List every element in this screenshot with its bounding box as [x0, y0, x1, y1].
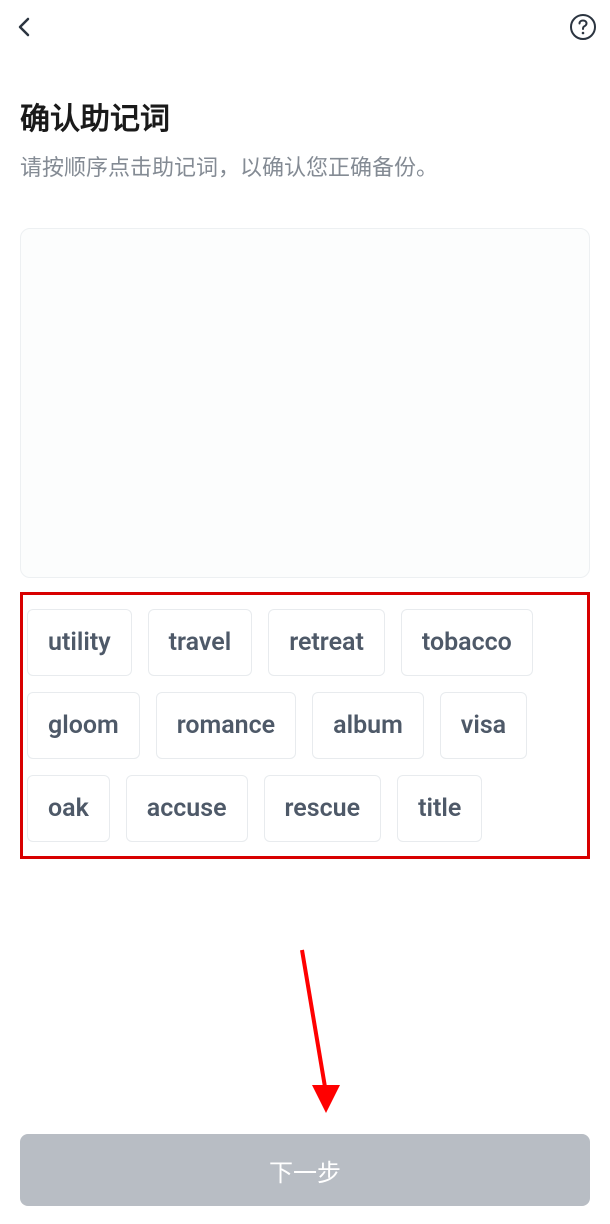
word-chip[interactable]: oak [27, 775, 110, 842]
back-icon[interactable] [12, 15, 36, 39]
arrow-annotation [290, 945, 350, 1125]
word-chip[interactable]: rescue [264, 775, 382, 842]
footer: 下一步 [20, 1134, 590, 1206]
main-content: 确认助记词 请按顺序点击助记词，以确认您正确备份。 utility travel… [0, 54, 610, 859]
word-chip[interactable]: tobacco [401, 609, 533, 676]
page-title: 确认助记词 [20, 94, 590, 138]
word-chip[interactable]: title [397, 775, 482, 842]
word-chip[interactable]: utility [27, 609, 132, 676]
word-chip[interactable]: gloom [27, 692, 140, 759]
word-chip[interactable]: visa [440, 692, 527, 759]
mnemonic-word-grid: utility travel retreat tobacco gloom rom… [20, 592, 590, 859]
header-bar [0, 0, 610, 54]
word-chip[interactable]: accuse [126, 775, 248, 842]
page-subtitle: 请按顺序点击助记词，以确认您正确备份。 [20, 150, 590, 182]
selected-words-area[interactable] [20, 228, 590, 578]
word-chip[interactable]: retreat [268, 609, 385, 676]
help-icon[interactable] [568, 12, 598, 42]
word-chip[interactable]: travel [148, 609, 253, 676]
next-button[interactable]: 下一步 [20, 1134, 590, 1206]
word-chip[interactable]: album [312, 692, 424, 759]
word-chip[interactable]: romance [156, 692, 296, 759]
